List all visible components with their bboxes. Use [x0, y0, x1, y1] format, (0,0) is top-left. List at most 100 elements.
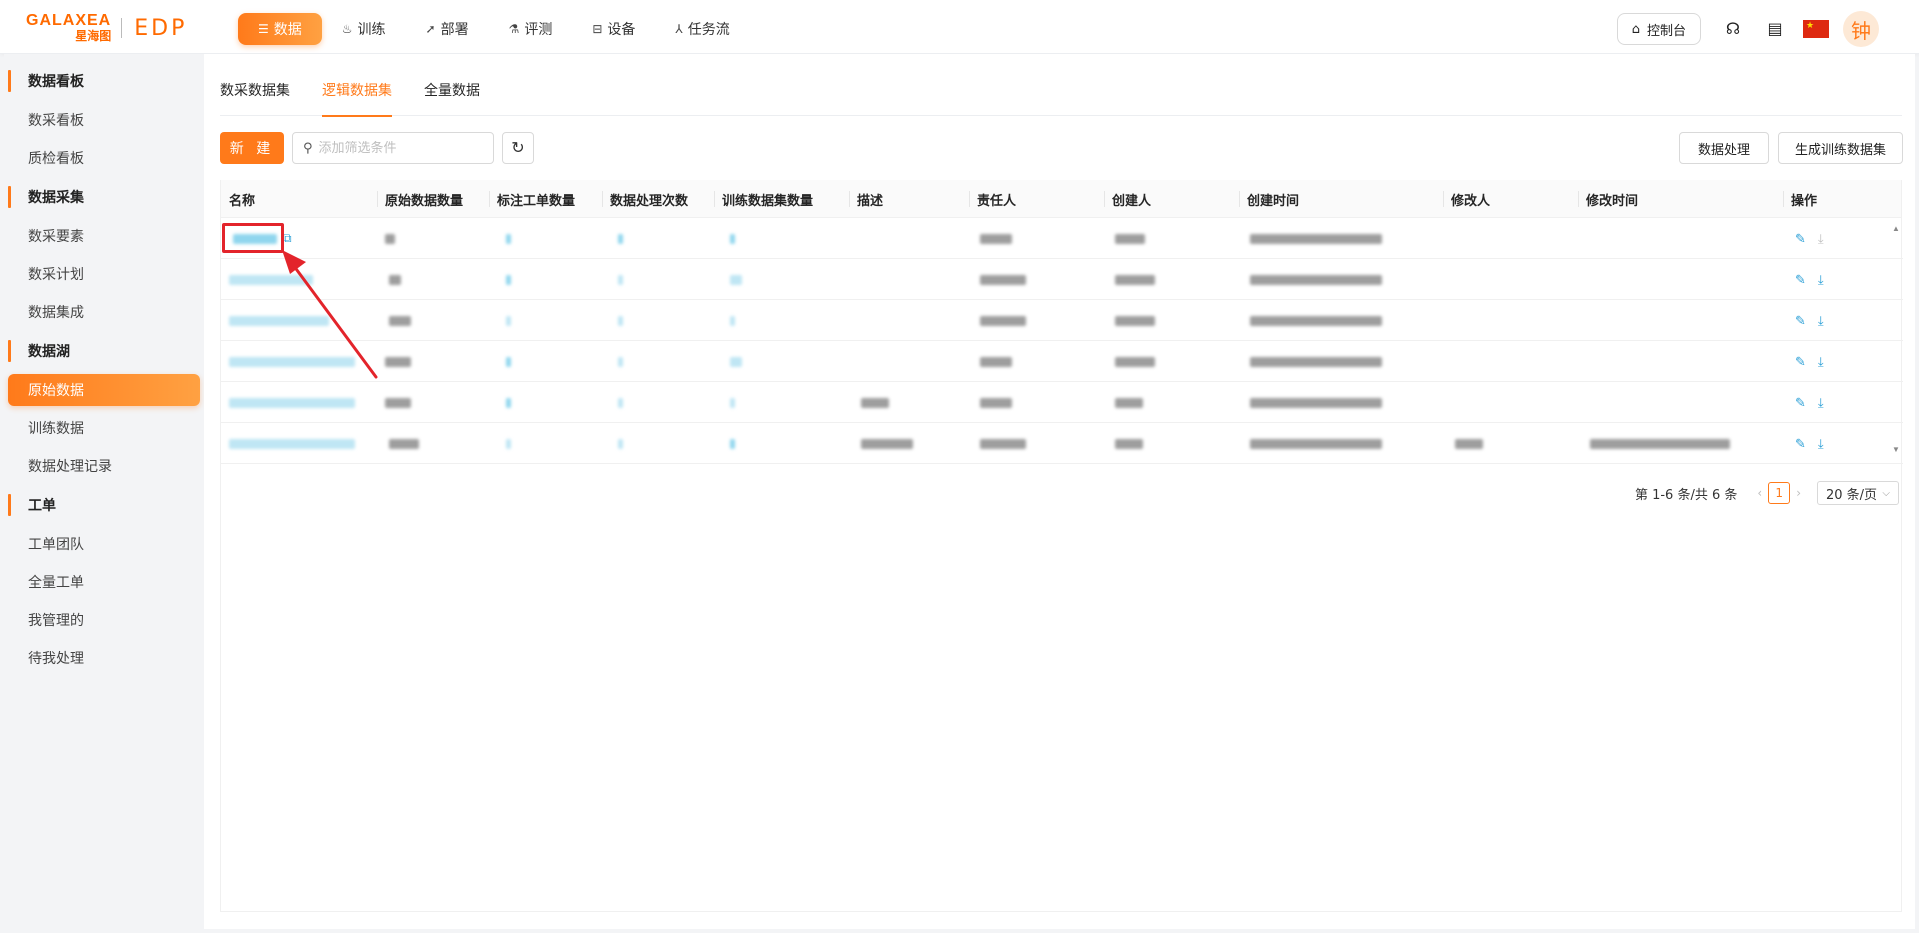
cell-redacted	[1250, 397, 1382, 408]
generate-training-dataset-button[interactable]: 生成训练数据集	[1778, 132, 1903, 164]
row-actions: ✎ ⤓	[1795, 341, 1836, 382]
download-icon[interactable]: ⤓	[1818, 272, 1824, 288]
sidebar-item-pending-for-me[interactable]: 待我处理	[4, 642, 204, 674]
scroll-down-icon[interactable]: ▼	[1892, 445, 1900, 454]
sidebar-item-collection-board[interactable]: 数采看板	[4, 104, 204, 136]
copy-icon[interactable]: ⧉	[283, 231, 292, 246]
nav-data[interactable]: ☰ 数据	[238, 13, 322, 45]
row-actions: ✎ ⤓	[1795, 218, 1836, 259]
scroll-up-icon[interactable]: ▲	[1892, 224, 1900, 233]
data-process-button[interactable]: 数据处理	[1679, 132, 1769, 164]
download-icon[interactable]: ⤓	[1818, 231, 1824, 247]
logo[interactable]: GALAXEA 星海图 EDP	[26, 12, 187, 44]
cell-redacted	[1250, 233, 1382, 244]
nav-label: 部署	[440, 22, 469, 38]
console-button[interactable]: ⌂ 控制台	[1616, 13, 1701, 45]
nav-deploy[interactable]: ➚ 部署	[406, 13, 489, 45]
nav-training[interactable]: ♨ 训练	[322, 13, 406, 45]
sidebar-group-tickets[interactable]: 工单	[4, 488, 204, 522]
sidebar-item-raw-data[interactable]: 原始数据	[8, 374, 200, 406]
cell-redacted	[506, 274, 511, 285]
download-icon[interactable]: ⤓	[1818, 313, 1824, 329]
filter-input[interactable]	[318, 140, 479, 156]
download-icon[interactable]: ⤓	[1818, 354, 1824, 370]
sidebar-group-data-lake[interactable]: 数据湖	[4, 334, 204, 368]
col-divider	[489, 191, 490, 207]
row-name-link[interactable]	[229, 423, 355, 464]
sidebar-item-collection-elements[interactable]: 数采要素	[4, 220, 204, 252]
download-icon[interactable]: ⤓	[1818, 436, 1824, 452]
edit-icon[interactable]: ✎	[1795, 231, 1806, 247]
col-description: 描述	[857, 193, 884, 209]
dataset-tabs: 数采数据集 逻辑数据集 全量数据	[220, 78, 1902, 117]
tab-logical-dataset[interactable]: 逻辑数据集	[322, 78, 392, 117]
book-icon[interactable]: ▤	[1761, 15, 1789, 43]
sidebar-group-collection[interactable]: 数据采集	[4, 180, 204, 214]
sidebar-item-all-tickets[interactable]: 全量工单	[4, 566, 204, 598]
toolbar: 新 建 ⚲ ↻ 数据处理 生成训练数据集	[220, 132, 1903, 165]
col-owner: 责任人	[977, 193, 1017, 209]
row-name-link[interactable]	[229, 382, 355, 423]
prev-page-icon[interactable]: ‹	[1757, 486, 1762, 500]
tab-all-data[interactable]: 全量数据	[424, 78, 480, 116]
cell-redacted	[730, 274, 742, 285]
console-label: 控制台	[1646, 23, 1686, 39]
headset-icon[interactable]: ☊	[1719, 15, 1747, 43]
sidebar-group-dashboard[interactable]: 数据看板	[4, 64, 204, 98]
cell-redacted	[980, 438, 1026, 449]
edit-icon[interactable]: ✎	[1795, 354, 1806, 370]
cell-redacted	[730, 356, 742, 367]
cell-redacted	[1115, 438, 1143, 449]
cell-redacted	[730, 315, 735, 326]
sidebar-item-training-data[interactable]: 训练数据	[4, 412, 204, 444]
cell-redacted	[980, 274, 1026, 285]
col-creator: 创建人	[1112, 193, 1152, 209]
cell-redacted	[1115, 315, 1155, 326]
table-row: ✎ ⤓	[221, 259, 1903, 300]
sidebar-item-managed-by-me[interactable]: 我管理的	[4, 604, 204, 636]
table-scrollbar[interactable]: ▲ ▼	[1891, 218, 1901, 460]
sidebar-item-data-integration[interactable]: 数据集成	[4, 296, 204, 328]
new-button[interactable]: 新 建	[220, 132, 284, 164]
edit-icon[interactable]: ✎	[1795, 436, 1806, 452]
sidebar-item-processing-records[interactable]: 数据处理记录	[4, 450, 204, 482]
rocket-icon: ➚	[425, 22, 436, 36]
download-icon[interactable]: ⤓	[1818, 395, 1824, 411]
col-divider	[1578, 191, 1579, 207]
row-name-link[interactable]	[229, 341, 355, 382]
cell-redacted	[730, 438, 735, 449]
cell-redacted	[618, 397, 623, 408]
logo-product: EDP	[134, 15, 188, 41]
cell-redacted	[385, 233, 395, 244]
page-size-select[interactable]: 20 条/页 ⌵	[1817, 481, 1899, 505]
table-row: ✎ ⤓	[221, 341, 1903, 382]
china-flag-icon[interactable]: ★	[1803, 20, 1829, 38]
row-name-link[interactable]	[229, 259, 313, 300]
cell-redacted	[389, 438, 419, 449]
avatar[interactable]: 钟	[1843, 11, 1879, 47]
tab-collection-dataset[interactable]: 数采数据集	[220, 78, 290, 116]
top-header: GALAXEA 星海图 EDP ☰ 数据 ♨ 训练 ➚ 部署 ⚗ 评测 ⊟ 设备…	[0, 0, 1919, 54]
edit-icon[interactable]: ✎	[1795, 313, 1806, 329]
nav-workflow[interactable]: ⅄ 任务流	[655, 13, 749, 45]
cell-redacted	[1455, 438, 1483, 449]
edit-icon[interactable]: ✎	[1795, 395, 1806, 411]
sidebar-item-collection-plan[interactable]: 数采计划	[4, 258, 204, 290]
sidebar-item-ticket-teams[interactable]: 工单团队	[4, 528, 204, 560]
col-process-count: 数据处理次数	[610, 193, 689, 209]
next-page-icon[interactable]: ›	[1796, 486, 1801, 500]
row-name-link[interactable]	[229, 300, 329, 341]
current-page[interactable]: 1	[1768, 482, 1791, 504]
nav-devices[interactable]: ⊟ 设备	[572, 13, 655, 45]
nav-evaluate[interactable]: ⚗ 评测	[489, 13, 573, 45]
cell-redacted	[1115, 233, 1145, 244]
filter-search[interactable]: ⚲	[292, 132, 494, 164]
cell-redacted	[389, 274, 401, 285]
cell-redacted	[389, 315, 411, 326]
table-row: ✎ ⤓	[221, 423, 1903, 464]
refresh-button[interactable]: ↻	[502, 132, 534, 164]
cell-redacted	[1590, 438, 1730, 449]
edit-icon[interactable]: ✎	[1795, 272, 1806, 288]
cell-redacted	[861, 397, 889, 408]
sidebar-item-qc-board[interactable]: 质检看板	[4, 142, 204, 174]
